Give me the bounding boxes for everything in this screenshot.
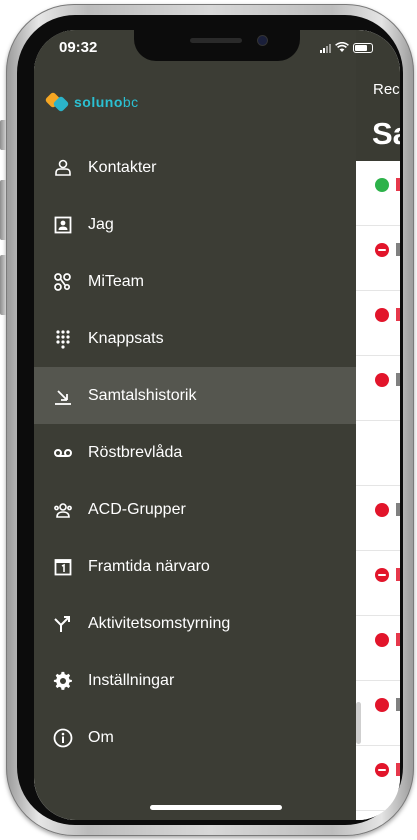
menu-item-aktivitetsomstyrning[interactable]: Aktivitetsomstyrning: [34, 595, 356, 652]
list-item[interactable]: [356, 746, 400, 811]
blocked-icon: [375, 243, 389, 257]
menu-item-label: Kontakter: [88, 158, 157, 176]
status-time: 09:32: [59, 39, 98, 56]
back-button[interactable]: Rec: [373, 81, 400, 98]
missed-call-icon: [375, 373, 389, 387]
list-item-text: [396, 568, 400, 581]
list-item[interactable]: [356, 486, 400, 551]
wifi-icon: [335, 42, 349, 52]
list-item-text: [396, 763, 400, 776]
missed-call-icon: [375, 633, 389, 647]
menu-item-label: Inställningar: [88, 671, 175, 689]
logo-text-light: bc: [122, 94, 139, 110]
front-camera: [258, 36, 267, 45]
list-item[interactable]: [356, 421, 400, 486]
scrollbar[interactable]: [356, 702, 361, 744]
home-indicator[interactable]: [150, 805, 282, 810]
drawer-menu: Kontakter Jag MiTeam Knappsats Samtalshi…: [34, 139, 356, 766]
menu-item-rostbrevlada[interactable]: Röstbrevlåda: [34, 424, 356, 481]
info-icon: [53, 728, 73, 748]
list-item[interactable]: [356, 551, 400, 616]
menu-item-jag[interactable]: Jag: [34, 196, 356, 253]
menu-item-label: Framtida närvaro: [88, 557, 210, 575]
menu-item-miteam[interactable]: MiTeam: [34, 253, 356, 310]
list-item[interactable]: [356, 681, 400, 746]
acd-groups-icon: [53, 500, 73, 520]
page-title: Sa: [372, 116, 400, 151]
team-icon: [53, 272, 73, 292]
missed-call-icon: [375, 698, 389, 712]
blocked-icon: [375, 763, 389, 777]
menu-item-label: Jag: [88, 215, 114, 233]
menu-item-acd-grupper[interactable]: ACD-Grupper: [34, 481, 356, 538]
menu-item-label: Knappsats: [88, 329, 164, 347]
keypad-icon: [53, 329, 73, 349]
menu-item-label: MiTeam: [88, 272, 145, 290]
menu-item-installningar[interactable]: Inställningar: [34, 652, 356, 709]
menu-item-label: Om: [88, 728, 114, 746]
menu-item-label: ACD-Grupper: [88, 500, 186, 518]
menu-item-kontakter[interactable]: Kontakter: [34, 139, 356, 196]
missed-call-icon: [375, 308, 389, 322]
list-item-text: [396, 633, 400, 646]
signal-icon: [320, 43, 331, 53]
list-item[interactable]: [356, 161, 400, 226]
list-item-text: [396, 503, 400, 516]
list-item-text: [396, 243, 400, 256]
volume-up-button: [0, 180, 6, 240]
call-history-icon: [53, 386, 73, 406]
list-item[interactable]: [356, 616, 400, 681]
contacts-icon: [53, 158, 73, 178]
list-item[interactable]: [356, 291, 400, 356]
missed-call-icon: [375, 503, 389, 517]
status-icons: [320, 42, 373, 53]
call-list[interactable]: [356, 161, 400, 811]
menu-item-label: Samtalshistorik: [88, 386, 197, 404]
redirect-icon: [53, 614, 73, 634]
list-item-text: [396, 178, 400, 191]
voicemail-icon: [53, 443, 73, 463]
list-item[interactable]: [356, 356, 400, 421]
menu-item-om[interactable]: Om: [34, 709, 356, 766]
phone-notch: [134, 30, 300, 61]
menu-item-label: Röstbrevlåda: [88, 443, 183, 461]
list-item[interactable]: [356, 226, 400, 291]
mute-switch: [0, 120, 6, 150]
phone-screen: Rec Sa 09:32 soluno bc: [34, 30, 400, 820]
logo-text-bold: soluno: [74, 94, 123, 110]
available-status-icon: [375, 178, 389, 192]
navigation-drawer: 09:32 soluno bc Kontakter Jag MiTeam Kna…: [34, 30, 356, 820]
soluno-logo-icon: [44, 91, 70, 113]
volume-down-button: [0, 255, 6, 315]
blocked-icon: [375, 568, 389, 582]
list-item-text: [396, 308, 400, 321]
speaker-grille: [190, 38, 242, 43]
calendar-icon: [53, 557, 73, 577]
battery-icon: [353, 42, 373, 53]
list-item-text: [396, 373, 400, 386]
soluno-logo: soluno bc: [44, 91, 139, 113]
menu-item-label: Aktivitetsomstyrning: [88, 614, 231, 632]
menu-item-samtalshistorik[interactable]: Samtalshistorik: [34, 367, 356, 424]
settings-gear-icon: [53, 671, 73, 691]
profile-card-icon: [53, 215, 73, 235]
menu-item-framtida-narvaro[interactable]: Framtida närvaro: [34, 538, 356, 595]
menu-item-knappsats[interactable]: Knappsats: [34, 310, 356, 367]
list-item-text: [396, 698, 400, 711]
